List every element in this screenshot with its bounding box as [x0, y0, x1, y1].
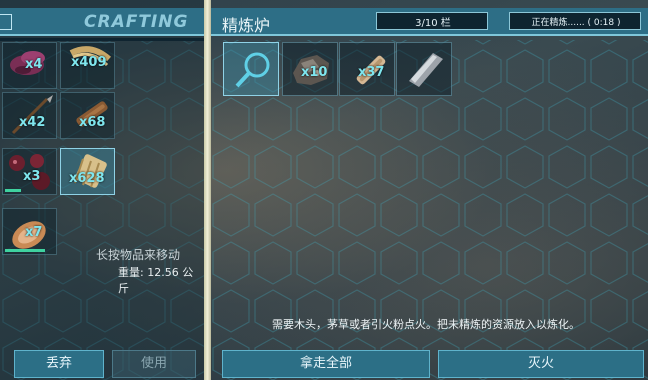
- crafting-tab-label: CRAFTING: [84, 12, 189, 32]
- panel-divider: [0, 38, 204, 41]
- weight-label: 重量: 12.56 公斤: [118, 266, 194, 295]
- panel-separator: [204, 0, 211, 380]
- inventory-slot-fiber[interactable]: x409: [60, 42, 115, 89]
- item-quantity: x42: [19, 115, 46, 130]
- inventory-slot-thatch[interactable]: x628: [60, 148, 115, 195]
- inventory-slot-berries[interactable]: x3: [2, 148, 57, 195]
- forge-slot-metal-ingot[interactable]: [396, 42, 452, 96]
- move-hint: 长按物品来移动: [96, 248, 181, 262]
- durability-bar: [5, 249, 45, 252]
- use-button[interactable]: 使用: [112, 350, 196, 378]
- item-quantity: x7: [25, 225, 43, 240]
- item-quantity: x10: [301, 65, 328, 80]
- refining-status: 正在精炼...... ( 0:18 ): [531, 18, 621, 28]
- take-all-button[interactable]: 拿走全部: [222, 350, 430, 378]
- inventory-slot-hide[interactable]: x4: [2, 42, 57, 89]
- item-quantity: x3: [23, 169, 41, 184]
- inventory-slot-meat[interactable]: x7: [2, 208, 57, 255]
- inventory-tab[interactable]: [0, 14, 12, 30]
- forge-slot-wood[interactable]: x37: [339, 42, 395, 96]
- forge-slot-metal-ore[interactable]: x10: [282, 42, 338, 96]
- refining-status-box: 正在精炼...... ( 0:18 ): [509, 12, 641, 30]
- inventory-slot-wood[interactable]: x68: [60, 92, 115, 139]
- search-icon: [235, 52, 270, 88]
- slot-count-box: 3/10 栏: [376, 12, 488, 30]
- item-quantity: x4: [25, 57, 43, 72]
- inventory-slot-spear[interactable]: x42: [2, 92, 57, 139]
- item-quantity: x628: [69, 171, 105, 186]
- item-quantity: x37: [358, 65, 385, 80]
- game-screen: CRAFTING x4 x409 x42 x68 x3 x628 x7 长按物品…: [0, 0, 648, 380]
- page-title: 精炼炉: [222, 16, 271, 35]
- forge-instructions: 需要木头，茅草或者引火粉点火。把未精炼的资源放入以炼化。: [272, 318, 580, 331]
- metal-ingot-icon: [409, 53, 443, 87]
- slot-count: 3/10 栏: [415, 18, 451, 29]
- drop-button[interactable]: 丢弃: [14, 350, 104, 378]
- extinguish-button[interactable]: 灭火: [438, 350, 644, 378]
- search-button[interactable]: [223, 42, 279, 96]
- item-quantity: x409: [71, 55, 107, 70]
- item-quantity: x68: [79, 115, 106, 130]
- inventory-panel: CRAFTING x4 x409 x42 x68 x3 x628 x7 长按物品…: [0, 0, 204, 380]
- durability-bar: [5, 189, 21, 192]
